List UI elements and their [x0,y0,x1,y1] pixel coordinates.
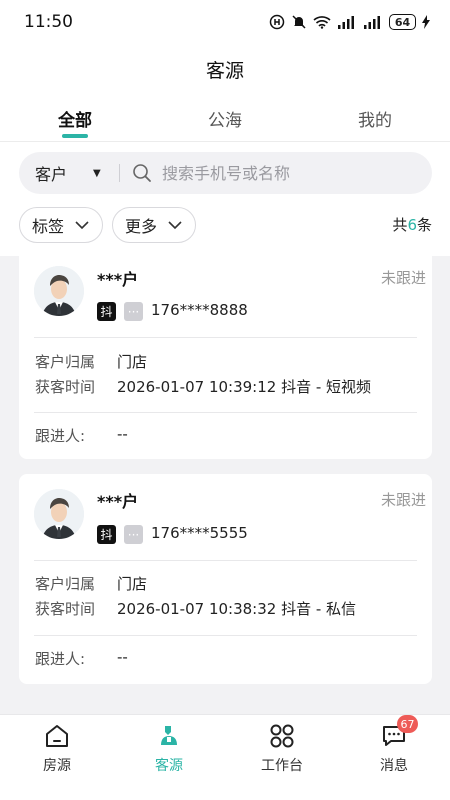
acquire-time-value: 2026-01-07 10:38:32 抖音 - 私信 [117,600,357,618]
top-panel: 11:50 64 客源 全部 公海 我的 客户 ▼ 搜索手机号或名称 标签 更多… [0,0,450,256]
nav-item-customers[interactable]: 客源 [129,721,209,781]
search-divider [119,164,120,182]
result-count-suffix: 条 [416,216,432,234]
customer-name: ***户 [97,270,139,289]
acquire-time-label: 获客时间 [35,378,96,396]
tab-label: 我的 [358,111,392,131]
chat-bubble-icon: ··· [124,525,143,544]
card-divider [34,560,417,561]
page-title: 客源 [205,60,244,82]
customer-icon [156,721,182,751]
status-time: 11:50 [24,12,73,32]
owner-value: 门店 [117,575,148,593]
tab-label: 公海 [208,111,242,131]
customer-card[interactable]: ***户 未跟进 抖 ··· 176****5555 客户归属 门店 获客时间 … [19,474,432,684]
owner-value: 门店 [117,353,148,371]
search-type-dropdown[interactable]: 客户 ▼ [19,161,119,185]
search-bar: 客户 ▼ [19,152,432,194]
customer-phone: 176****8888 [151,301,248,319]
card-divider [34,412,417,413]
customer-name: ***户 [97,492,139,511]
status-icons: 64 [269,14,430,30]
acquire-time-value: 2026-01-07 10:39:12 抖音 - 短视频 [117,378,372,396]
result-count: 共6条 [392,214,432,235]
tab-mine[interactable]: 我的 [330,106,420,131]
result-count-number: 6 [407,216,417,234]
owner-label: 客户归属 [35,575,96,593]
tag-filter-label: 标签 [32,217,65,236]
nav-label: 房源 [43,758,71,774]
result-count-prefix: 共 [392,216,408,234]
search-type-label: 客户 [35,165,68,184]
follower-value: -- [117,425,128,443]
follow-status: 未跟进 [380,491,426,509]
hd-call-icon [269,14,285,30]
nav-item-workbench[interactable]: 工作台 [242,721,322,781]
chevron-down-icon [74,220,90,230]
signal-icon [337,15,357,29]
filter-row: 标签 更多 共6条 [19,207,432,243]
customer-card[interactable]: ***户 未跟进 抖 ··· 176****8888 客户归属 门店 获客时间 … [19,256,432,459]
tab-public-pool[interactable]: 公海 [180,106,270,131]
avatar [34,266,84,316]
douyin-source-icon: 抖 [97,525,116,544]
tab-all[interactable]: 全部 [30,106,120,138]
chat-bubble-icon: ··· [124,302,143,321]
nav-item-properties[interactable]: 房源 [17,721,97,781]
signal-icon-2 [363,15,383,29]
caret-down-icon: ▼ [93,167,101,179]
follow-status: 未跟进 [380,269,426,287]
card-divider [34,635,417,636]
card-divider [34,337,417,338]
message-icon: 67 [381,715,418,751]
unread-badge: 67 [397,715,418,733]
more-filter-label: 更多 [125,217,158,236]
avatar [34,489,84,539]
nav-label: 消息 [380,758,408,774]
mute-bell-icon [291,14,307,30]
follower-label: 跟进人: [35,427,86,445]
status-bar: 11:50 64 [0,0,450,44]
chevron-down-icon [167,220,183,230]
nav-label: 客源 [155,758,183,774]
nav-label: 工作台 [261,758,303,774]
bottom-nav: 房源 客源 工作台 67 消息 [0,714,450,800]
home-icon [44,721,70,751]
tag-filter-button[interactable]: 标签 [19,207,103,243]
search-icon [132,163,152,183]
charging-icon [422,15,430,29]
tab-label: 全部 [58,111,92,131]
search-input[interactable] [162,163,432,183]
douyin-source-icon: 抖 [97,302,116,321]
follower-label: 跟进人: [35,650,86,668]
acquire-time-label: 获客时间 [35,600,96,618]
customer-phone: 176****5555 [151,524,248,542]
tab-active-indicator [62,134,88,138]
more-filter-button[interactable]: 更多 [112,207,196,243]
wifi-icon [313,15,331,29]
follower-value: -- [117,648,128,666]
battery-indicator: 64 [389,14,416,30]
workbench-icon [269,721,295,751]
tab-bar: 全部 公海 我的 [0,100,450,142]
nav-item-messages[interactable]: 67 消息 [354,715,434,781]
owner-label: 客户归属 [35,353,96,371]
